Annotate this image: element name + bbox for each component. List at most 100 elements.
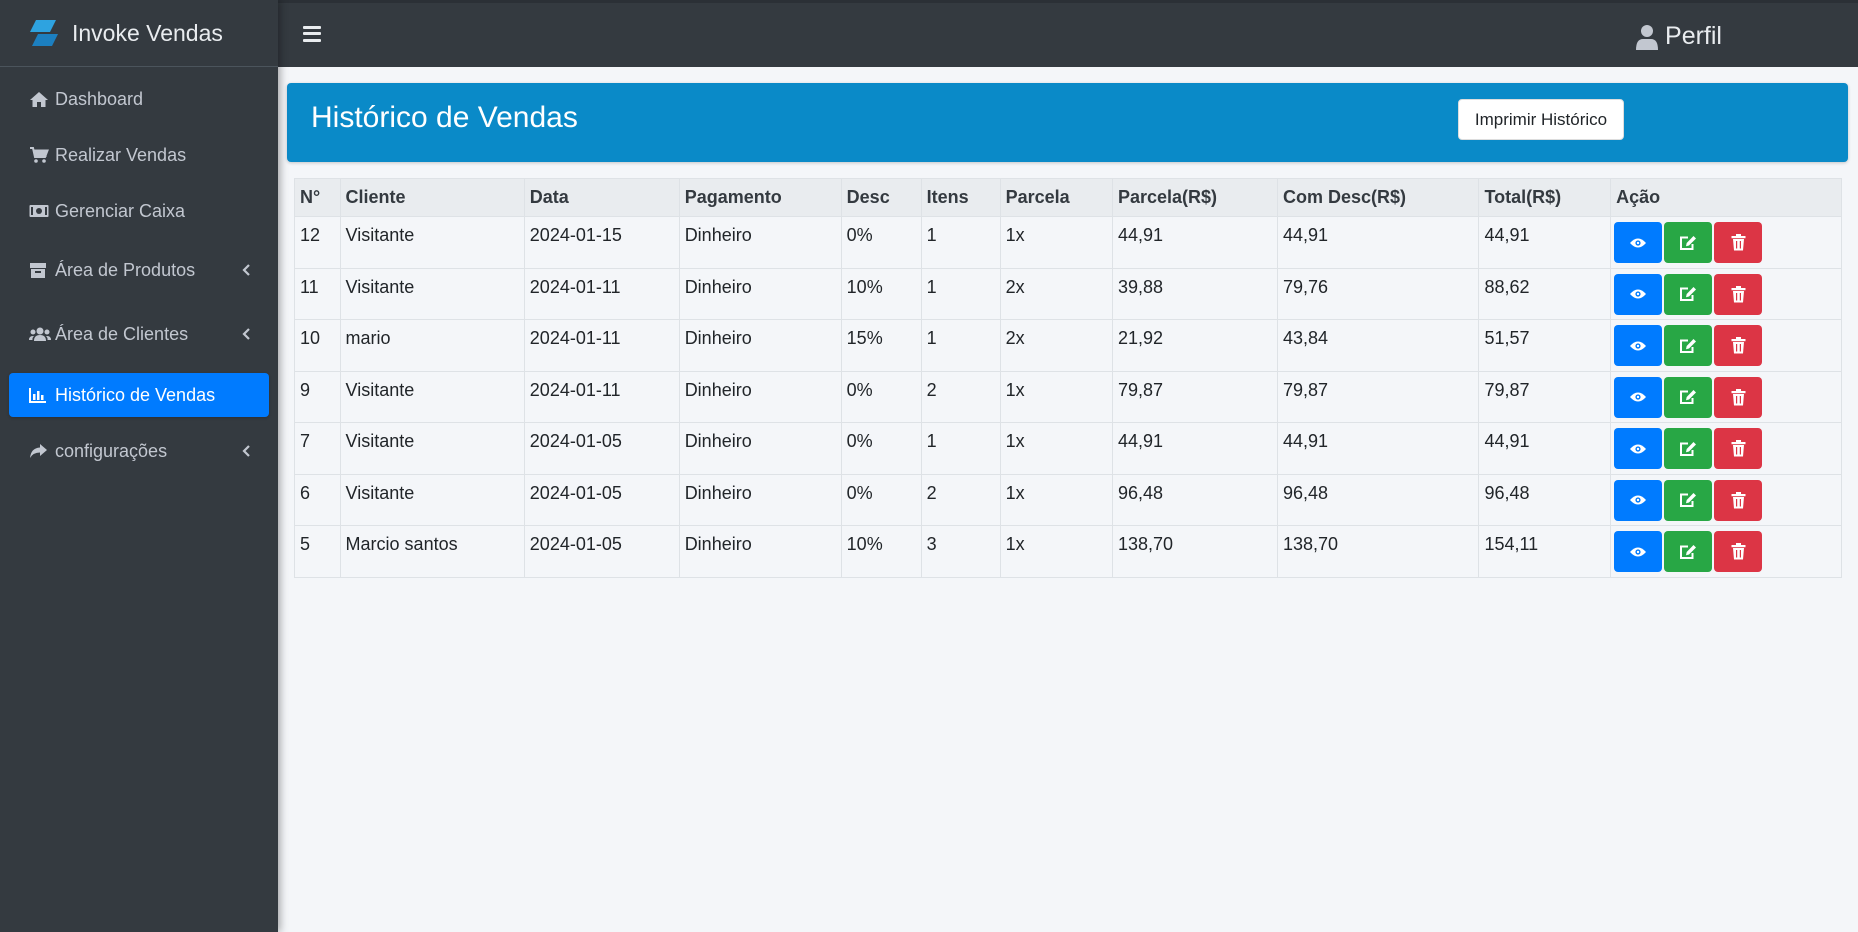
cell-numero: 5: [294, 525, 341, 578]
col-header-total[interactable]: Total(R$): [1478, 178, 1612, 217]
main-content: Histórico de Vendas Imprimir Histórico N…: [278, 67, 1858, 932]
col-header-pagamento[interactable]: Pagamento: [678, 178, 842, 217]
brand-logo: [30, 20, 58, 46]
view-button[interactable]: [1614, 428, 1663, 469]
profile-menu[interactable]: Perfil: [1635, 22, 1722, 51]
delete-button[interactable]: [1714, 479, 1763, 521]
menu-toggle-icon[interactable]: [303, 25, 321, 42]
sidebar-item-dashboard[interactable]: Dashboard: [9, 77, 269, 121]
trash-icon: [1731, 337, 1746, 354]
sidebar-item-area-clientes[interactable]: Área de Clientes: [9, 309, 269, 359]
sidebar-item-gerenciar-caixa[interactable]: Gerenciar Caixa: [9, 189, 269, 233]
chevron-left-icon: [242, 328, 250, 340]
table-header-row: N° Cliente Data Pagamento Desc Itens Par…: [294, 178, 1842, 217]
cell-itens: 3: [920, 525, 1001, 578]
trash-icon: [1731, 543, 1746, 560]
cell-itens: 1: [920, 216, 1001, 269]
print-history-button[interactable]: Imprimir Histórico: [1458, 99, 1624, 140]
eye-icon: [1630, 238, 1647, 247]
cell-data: 2024-01-15: [523, 216, 680, 269]
cell-total: 44,91: [1478, 422, 1612, 475]
cell-desc: 0%: [840, 216, 922, 269]
view-button[interactable]: [1614, 222, 1663, 263]
cell-total: 79,87: [1478, 370, 1612, 423]
cell-total: 44,91: [1478, 216, 1612, 269]
delete-button[interactable]: [1714, 273, 1763, 315]
cell-cliente: Visitante: [339, 473, 525, 526]
cart-icon: [29, 146, 51, 164]
chart-icon: [29, 386, 51, 404]
delete-button[interactable]: [1714, 325, 1763, 366]
sidebar-item-configuracoes[interactable]: configurações: [9, 429, 269, 473]
col-header-parcela-valor[interactable]: Parcela(R$): [1111, 178, 1279, 217]
eye-icon: [1630, 341, 1647, 350]
edit-icon: [1680, 390, 1697, 404]
edit-button[interactable]: [1664, 325, 1713, 366]
col-header-parcela[interactable]: Parcela: [999, 178, 1113, 217]
edit-button[interactable]: [1664, 531, 1713, 572]
view-button[interactable]: [1614, 376, 1663, 418]
view-button[interactable]: [1614, 531, 1663, 572]
eye-icon: [1630, 495, 1647, 505]
col-header-numero[interactable]: N°: [294, 178, 341, 217]
sidebar-nav: Dashboard Realizar Vendas Gerenciar Caix…: [0, 67, 278, 495]
table-row: 11 Visitante 2024-01-11 Dinheiro 10% 1 2x 39,88…: [294, 267, 1842, 320]
cell-data: 2024-01-05: [523, 422, 680, 475]
cell-pagamento: Dinheiro: [678, 473, 842, 526]
col-header-data[interactable]: Data: [523, 178, 680, 217]
topbar-edge: [278, 0, 1858, 3]
cell-numero: 10: [294, 319, 341, 372]
sidebar-item-realizar-vendas[interactable]: Realizar Vendas: [9, 133, 269, 177]
sidebar-item-historico-vendas[interactable]: Histórico de Vendas: [9, 373, 269, 417]
view-button[interactable]: [1614, 273, 1663, 315]
col-header-desc[interactable]: Desc: [840, 178, 922, 217]
delete-button[interactable]: [1714, 376, 1763, 418]
cell-data: 2024-01-05: [523, 525, 680, 578]
edit-button[interactable]: [1664, 376, 1713, 418]
view-button[interactable]: [1614, 479, 1663, 521]
cell-pagamento: Dinheiro: [678, 525, 842, 578]
cell-numero: 7: [294, 422, 341, 475]
view-button[interactable]: [1614, 325, 1663, 366]
table-row: 9 Visitante 2024-01-11 Dinheiro 0% 2 1x 79,87 79…: [294, 370, 1842, 423]
edit-button[interactable]: [1664, 273, 1713, 315]
delete-button[interactable]: [1714, 428, 1763, 469]
sidebar-item-label: Gerenciar Caixa: [55, 200, 186, 221]
delete-button[interactable]: [1714, 222, 1763, 263]
delete-button[interactable]: [1714, 531, 1763, 572]
edit-button[interactable]: [1664, 428, 1713, 469]
money-icon: [29, 202, 51, 220]
cell-cliente: Marcio santos: [339, 525, 525, 578]
sidebar-item-label: Realizar Vendas: [55, 144, 187, 165]
sidebar: Invoke Vendas Dashboard Realizar Vendas …: [0, 0, 278, 932]
cell-desc: 0%: [840, 370, 922, 423]
cell-cliente: Visitante: [339, 216, 525, 269]
trash-icon: [1731, 388, 1746, 405]
cell-parcela: 1x: [999, 525, 1113, 578]
cell-desc: 10%: [840, 525, 922, 578]
col-header-cliente[interactable]: Cliente: [339, 178, 525, 217]
sidebar-item-label: Área de Produtos: [55, 259, 196, 280]
cell-com-desc: 44,91: [1276, 422, 1480, 475]
edit-icon: [1680, 441, 1697, 456]
cell-total: 51,57: [1478, 319, 1612, 372]
cell-numero: 9: [294, 370, 341, 423]
cell-actions: [1610, 473, 1842, 526]
cell-parcela-valor: 44,91: [1111, 422, 1279, 475]
col-header-itens[interactable]: Itens: [920, 178, 1001, 217]
col-header-com-desc[interactable]: Com Desc(R$): [1276, 178, 1480, 217]
cell-pagamento: Dinheiro: [678, 319, 842, 372]
edit-button[interactable]: [1664, 222, 1713, 263]
brand[interactable]: Invoke Vendas: [0, 0, 278, 67]
sidebar-item-area-produtos[interactable]: Área de Produtos: [9, 245, 269, 295]
edit-button[interactable]: [1664, 479, 1713, 521]
page-title: Histórico de Vendas: [311, 101, 578, 134]
cell-parcela: 1x: [999, 422, 1113, 475]
cell-itens: 1: [920, 319, 1001, 372]
cell-itens: 2: [920, 370, 1001, 423]
cell-com-desc: 79,87: [1276, 370, 1480, 423]
cell-actions: [1610, 370, 1842, 423]
brand-name: Invoke Vendas: [72, 19, 223, 46]
cell-data: 2024-01-11: [523, 319, 680, 372]
cell-cliente: Visitante: [339, 422, 525, 475]
